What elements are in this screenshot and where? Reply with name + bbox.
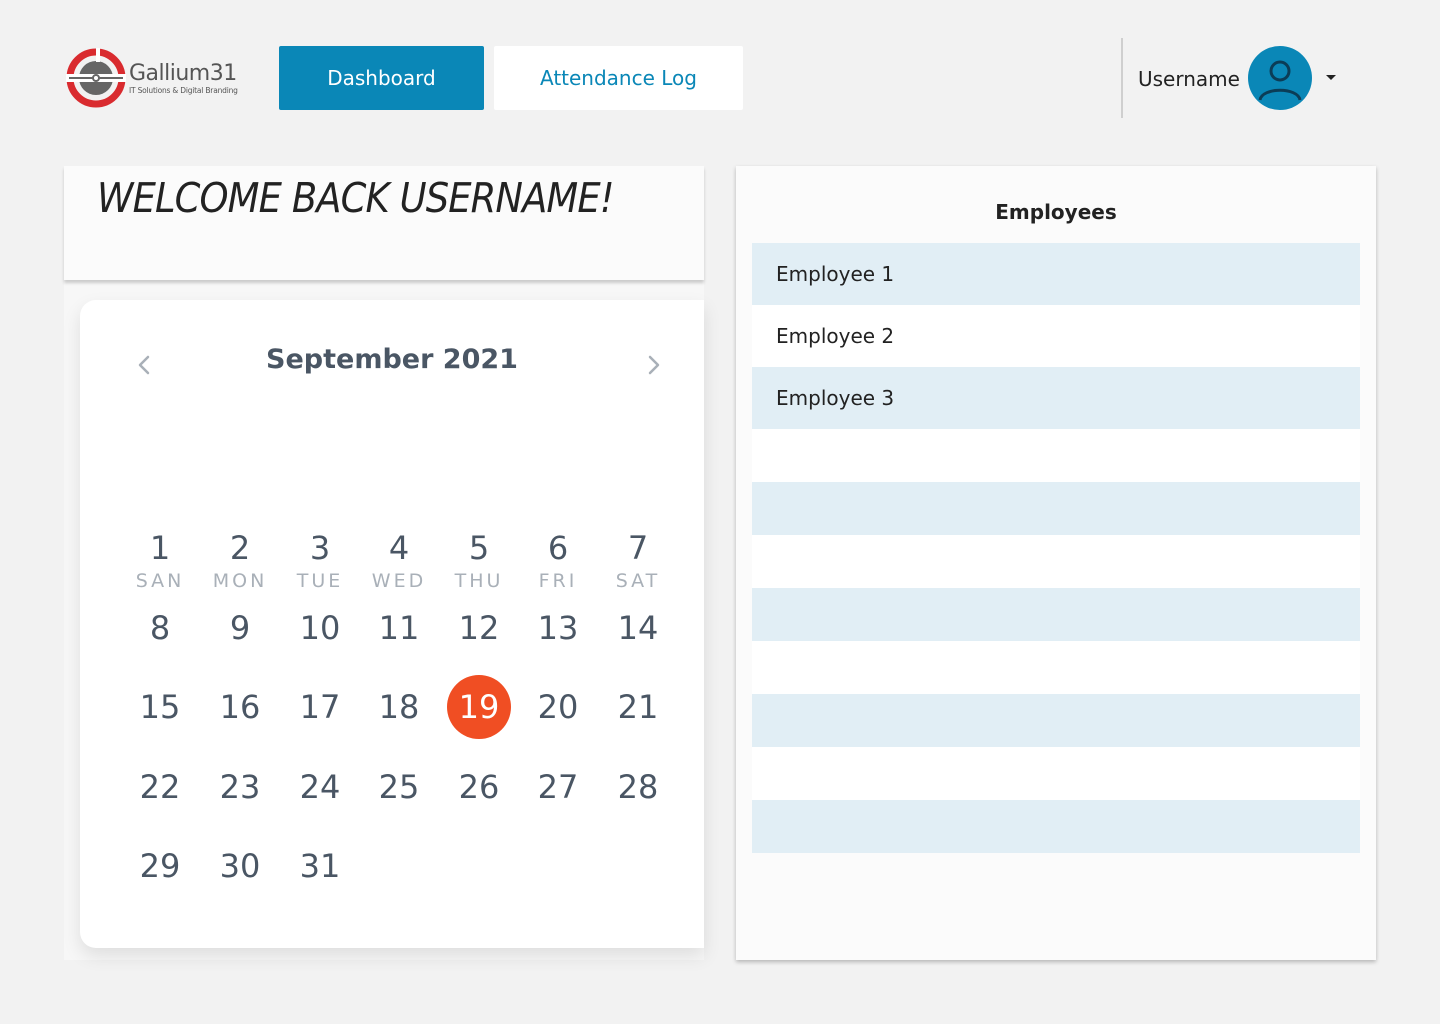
- logo-tagline: IT Solutions & Digital Branding: [129, 85, 238, 95]
- calendar-day[interactable]: 3: [288, 516, 352, 580]
- calendar-day[interactable]: 24: [288, 755, 352, 819]
- employee-row-empty: [752, 800, 1360, 853]
- calendar-day[interactable]: 4: [367, 516, 431, 580]
- employee-row-empty: [752, 482, 1360, 535]
- calendar-day[interactable]: 13: [526, 596, 590, 660]
- nav-attendance-log-button[interactable]: Attendance Log: [494, 46, 743, 110]
- calendar-day[interactable]: 1: [128, 516, 192, 580]
- employees-panel: Employees Employee 1 Employee 2 Employee 3: [736, 166, 1376, 960]
- logo-icon: [66, 48, 126, 108]
- left-panel: WELCOME BACK USERNAME! September 2021 SA…: [64, 166, 704, 960]
- header-divider: [1121, 38, 1123, 118]
- employee-row-empty: [752, 429, 1360, 482]
- calendar-day[interactable]: 8: [128, 596, 192, 660]
- calendar-day[interactable]: 18: [367, 675, 431, 739]
- next-month-button[interactable]: [641, 353, 665, 377]
- employee-row-empty: [752, 588, 1360, 641]
- employee-row[interactable]: Employee 1: [752, 243, 1360, 305]
- employee-row-empty: [752, 747, 1360, 800]
- calendar: September 2021 SAN MON TUE WED THU FRI SAT 1 2 3 4…: [80, 300, 704, 948]
- user-icon: [1258, 60, 1302, 101]
- employee-row[interactable]: Employee 2: [752, 305, 1360, 367]
- calendar-day[interactable]: 5: [447, 516, 511, 580]
- calendar-day[interactable]: 23: [208, 755, 272, 819]
- calendar-day-selected[interactable]: 19: [447, 675, 511, 739]
- username-label[interactable]: Username: [1138, 64, 1240, 94]
- calendar-day[interactable]: 26: [447, 755, 511, 819]
- avatar[interactable]: [1248, 46, 1312, 110]
- calendar-day[interactable]: 14: [606, 596, 670, 660]
- calendar-day[interactable]: 17: [288, 675, 352, 739]
- employee-row-empty: [752, 641, 1360, 694]
- employee-row[interactable]: Employee 3: [752, 367, 1360, 429]
- calendar-day[interactable]: 16: [208, 675, 272, 739]
- calendar-day[interactable]: 6: [526, 516, 590, 580]
- calendar-day[interactable]: 28: [606, 755, 670, 819]
- nav-dashboard-button[interactable]: Dashboard: [279, 46, 484, 110]
- calendar-day[interactable]: 29: [128, 834, 192, 898]
- calendar-day[interactable]: 12: [447, 596, 511, 660]
- chevron-right-icon: [648, 355, 660, 375]
- calendar-day[interactable]: 21: [606, 675, 670, 739]
- employee-row-empty: [752, 694, 1360, 747]
- calendar-day[interactable]: 30: [208, 834, 272, 898]
- employee-name: Employee 3: [776, 386, 895, 410]
- calendar-month-label: September 2021: [266, 344, 518, 375]
- brand-logo[interactable]: Gallium31 IT Solutions & Digital Brandin…: [66, 48, 246, 108]
- logo-name: Gallium31: [129, 60, 237, 86]
- calendar-day[interactable]: 9: [208, 596, 272, 660]
- calendar-day[interactable]: 25: [367, 755, 431, 819]
- caret-down-icon[interactable]: [1326, 75, 1336, 80]
- employee-row-empty: [752, 535, 1360, 588]
- calendar-day[interactable]: 27: [526, 755, 590, 819]
- calendar-day[interactable]: 15: [128, 675, 192, 739]
- calendar-day[interactable]: 7: [606, 516, 670, 580]
- calendar-day[interactable]: 31: [288, 834, 352, 898]
- employee-name: Employee 2: [776, 324, 895, 348]
- welcome-card: WELCOME BACK USERNAME!: [64, 166, 704, 280]
- calendar-day[interactable]: 2: [208, 516, 272, 580]
- welcome-heading: WELCOME BACK USERNAME!: [97, 174, 615, 222]
- calendar-day[interactable]: 10: [288, 596, 352, 660]
- calendar-day[interactable]: 11: [367, 596, 431, 660]
- calendar-day[interactable]: 22: [128, 755, 192, 819]
- employee-name: Employee 1: [776, 262, 895, 286]
- calendar-day[interactable]: 20: [526, 675, 590, 739]
- employees-title: Employees: [995, 200, 1117, 224]
